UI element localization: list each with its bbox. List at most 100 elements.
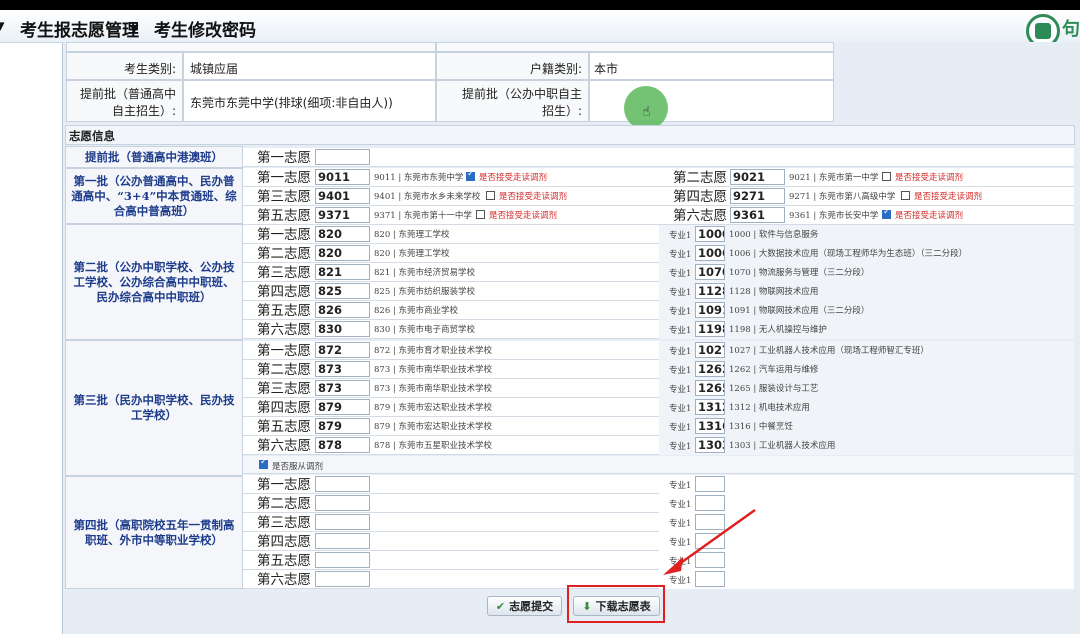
school-code-input[interactable]: 873	[315, 361, 370, 377]
school-code-input[interactable]: 879	[315, 399, 370, 415]
school-code-input[interactable]: 826	[315, 302, 370, 318]
school-code-input[interactable]: 830	[315, 321, 370, 337]
school-desc: 872 | 东莞市育才职业技术学校	[374, 346, 492, 356]
category-label-cell: 考生类别:	[66, 52, 183, 80]
third-batch-row-4: 第四志愿 879 879 | 东莞市宏达职业技术学校 专业1 1312 1312…	[243, 398, 1074, 417]
obey-adjust-row: 是否服从调剂	[243, 456, 1074, 474]
major-label: 专业1	[669, 404, 692, 414]
submit-button[interactable]: ✔ 志愿提交	[487, 596, 562, 616]
second-batch-row-5: 第五志愿 826 826 | 东莞市商业学校 专业1 1091 1091 | 物…	[243, 301, 1074, 320]
school-desc: 820 | 东莞理工学校	[374, 249, 450, 259]
accept-label: 是否接受走读调剂	[499, 192, 568, 202]
major-code-input[interactable]: 1070	[695, 264, 725, 280]
third-batch-row-3: 第三志愿 873 873 | 东莞市南华职业技术学校 专业1 1265 1265…	[243, 379, 1074, 398]
major-desc: 1303 | 工业机器人技术应用	[729, 441, 836, 451]
school-code-input[interactable]: 878	[315, 437, 370, 453]
choice-label: 第一志愿	[257, 150, 311, 166]
school-code-input[interactable]: 9371	[315, 207, 370, 223]
accept-label: 是否接受走读调剂	[895, 211, 964, 221]
school-code-input[interactable]: 872	[315, 342, 370, 358]
major-code-input[interactable]: 1000	[695, 226, 725, 242]
major-code-input[interactable]: 1303	[695, 437, 725, 453]
choice-label: 第一志愿	[257, 170, 311, 186]
school-code-input[interactable]	[315, 476, 370, 492]
school-code-input[interactable]	[315, 533, 370, 549]
school-code-input[interactable]: 9271	[730, 188, 785, 204]
school-code-input[interactable]: 820	[315, 245, 370, 261]
major-code-input[interactable]: 1262	[695, 361, 725, 377]
choice-label: 第五志愿	[257, 419, 311, 435]
major-code-input[interactable]: 1198	[695, 321, 725, 337]
choice-label: 第六志愿	[673, 208, 727, 224]
early-vocational-label-cell: 提前批（公办中职自主招生）:	[436, 80, 589, 122]
major-desc: 1198 | 无人机操控与维护	[729, 325, 827, 335]
accept-checkbox[interactable]	[486, 191, 495, 200]
menu-volunteer-management[interactable]: 考生报志愿管理	[20, 16, 139, 41]
major-label: 专业1	[669, 366, 692, 376]
school-code-input[interactable]: 9361	[730, 207, 785, 223]
household-label-cell: 户籍类别:	[436, 52, 589, 80]
school-code-input[interactable]: 825	[315, 283, 370, 299]
school-desc: 9361 | 东莞市长安中学	[789, 211, 879, 221]
school-code-input[interactable]	[315, 495, 370, 511]
first-batch-row-1: 第一志愿 9011 9011 | 东莞市东莞中学 是否接受走读调剂 第二志愿 9…	[243, 168, 1074, 187]
major-code-input[interactable]: 1128	[695, 283, 725, 299]
major-code-input[interactable]	[695, 476, 725, 492]
school-code-input[interactable]: 9401	[315, 188, 370, 204]
obey-adjust-label: 是否服从调剂	[272, 462, 324, 472]
school-code-input[interactable]: 873	[315, 380, 370, 396]
accept-checkbox[interactable]	[901, 191, 910, 200]
choice-label: 第二志愿	[257, 362, 311, 378]
choice-label: 第四志愿	[673, 189, 727, 205]
major-cell: 专业1 1000 1000 | 软件与信息服务	[659, 225, 1074, 244]
accept-checkbox[interactable]	[476, 210, 485, 219]
major-label: 专业1	[669, 326, 692, 336]
menu-change-password[interactable]: 考生修改密码	[154, 16, 256, 41]
school-code-input[interactable]	[315, 552, 370, 568]
obey-adjust-checkbox[interactable]	[259, 457, 268, 469]
accept-checkbox[interactable]	[882, 172, 891, 181]
school-code-input[interactable]	[315, 571, 370, 587]
major-code-input[interactable]: 1091	[695, 302, 725, 318]
major-code-input[interactable]: 1265	[695, 380, 725, 396]
household-label: 户籍类别:	[529, 62, 582, 76]
school-code-input[interactable]	[315, 514, 370, 530]
batch-first-label: 第一批（公办普通高中、民办普通高中、“3+4”中本贯通班、综合高中普高班）	[65, 168, 243, 224]
first-batch-row-2: 第三志愿 9401 9401 | 东莞市水乡未来学校 是否接受走读调剂 第四志愿…	[243, 187, 1074, 206]
choice-label: 第四志愿	[257, 534, 311, 550]
school-code-input[interactable]: 820	[315, 226, 370, 242]
school-desc: 878 | 东莞市五星职业技术学校	[374, 441, 492, 451]
major-cell: 专业1	[659, 475, 1074, 494]
major-desc: 1262 | 汽车运用与维修	[729, 365, 819, 375]
third-batch-row-6: 第六志愿 878 878 | 东莞市五星职业技术学校 专业1 1303 1303…	[243, 436, 1074, 455]
early-choice-input[interactable]	[315, 149, 370, 165]
major-code-input[interactable]: 1006	[695, 245, 725, 261]
major-code-input[interactable]: 1312	[695, 399, 725, 415]
accept-checkbox[interactable]	[466, 169, 475, 181]
school-code-input[interactable]: 879	[315, 418, 370, 434]
check-icon: ✔	[495, 599, 506, 613]
annotation-arrow-icon	[663, 508, 756, 575]
early-general-label: 提前批（普通高中自主招生）:	[79, 87, 176, 118]
choice-label: 第六志愿	[257, 572, 311, 588]
major-code-input[interactable]: 1027	[695, 342, 725, 358]
school-code-input[interactable]: 9011	[315, 169, 370, 185]
major-desc: 1316 | 中餐烹饪	[729, 422, 793, 432]
choice-label: 第四志愿	[257, 400, 311, 416]
major-desc: 1027 | 工业机器人技术应用（现场工程师智汇专班）	[729, 346, 929, 356]
batch-fourth-label: 第四批（高职院校五年一贯制高职班、外市中等职业学校）	[65, 476, 243, 589]
major-label: 专业1	[669, 423, 692, 433]
batch-third-label: 第三批（民办中职学校、民办技工学校）	[65, 340, 243, 476]
major-desc: 1070 | 物流服务与管理（三二分段）	[729, 268, 870, 278]
accept-label: 是否接受走读调剂	[914, 192, 983, 202]
logo-text: 句	[1062, 19, 1080, 40]
annotation-highlight-box	[567, 585, 665, 623]
school-code-input[interactable]: 9021	[730, 169, 785, 185]
early-general-label-cell: 提前批（普通高中自主招生）:	[66, 80, 183, 122]
choice-label: 第三志愿	[257, 265, 311, 281]
major-code-input[interactable]: 1316	[695, 418, 725, 434]
accept-checkbox[interactable]	[882, 207, 891, 219]
school-code-input[interactable]: 821	[315, 264, 370, 280]
second-batch-row-6: 第六志愿 830 830 | 东莞市电子商贸学校 专业1 1198 1198 |…	[243, 320, 1074, 339]
category-value: 城镇应届	[190, 62, 239, 76]
